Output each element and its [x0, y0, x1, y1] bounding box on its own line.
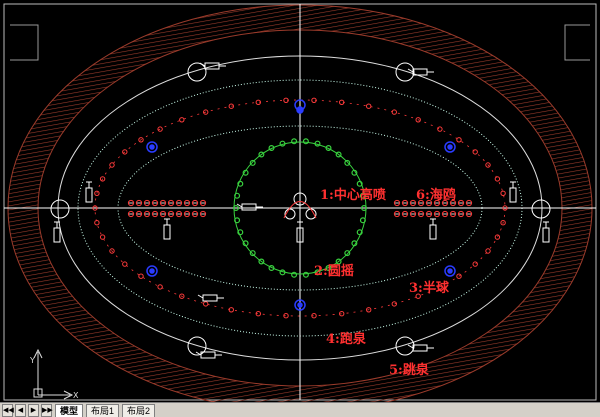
tab-layout1[interactable]: 布局1	[86, 404, 120, 417]
label-running: 4:跑泉	[326, 331, 367, 347]
label-seagull: 6:海鸥	[416, 187, 456, 203]
nav-prev-icon[interactable]: ◀	[15, 404, 26, 417]
hemisphere-light	[447, 144, 453, 150]
ucs-y-label: Y	[29, 356, 35, 365]
ucs-x-label: X	[73, 391, 79, 400]
label-center-high: 1:中心高喷	[320, 187, 386, 203]
hemisphere-light	[149, 268, 155, 274]
label-hemisphere: 3:半球	[409, 280, 450, 296]
hemisphere-light	[447, 268, 453, 274]
nav-last-icon[interactable]: ▶▶	[41, 404, 53, 417]
nav-first-icon[interactable]: ◀◀	[2, 404, 14, 417]
hemisphere-light	[297, 302, 303, 308]
tab-layout2[interactable]: 布局2	[122, 404, 156, 417]
tab-model[interactable]: 模型	[55, 404, 84, 417]
hemisphere-light	[149, 144, 155, 150]
label-shake: 2:圆摇	[314, 263, 354, 279]
layout-tab-bar: ◀◀ ◀ ▶ ▶▶ 模型 布局1 布局2	[0, 402, 600, 417]
nav-next-icon[interactable]: ▶	[28, 404, 39, 417]
hemisphere-light	[296, 106, 304, 114]
label-jumping: 5:跳泉	[389, 362, 430, 378]
model-space-canvas[interactable]: 1:中心高喷 6:海鸥 2:圆摇 3:半球 4:跑泉 5:跳泉 Y X	[0, 0, 600, 402]
cad-window: 1:中心高喷 6:海鸥 2:圆摇 3:半球 4:跑泉 5:跳泉 Y X ◀◀ ◀…	[0, 0, 600, 417]
